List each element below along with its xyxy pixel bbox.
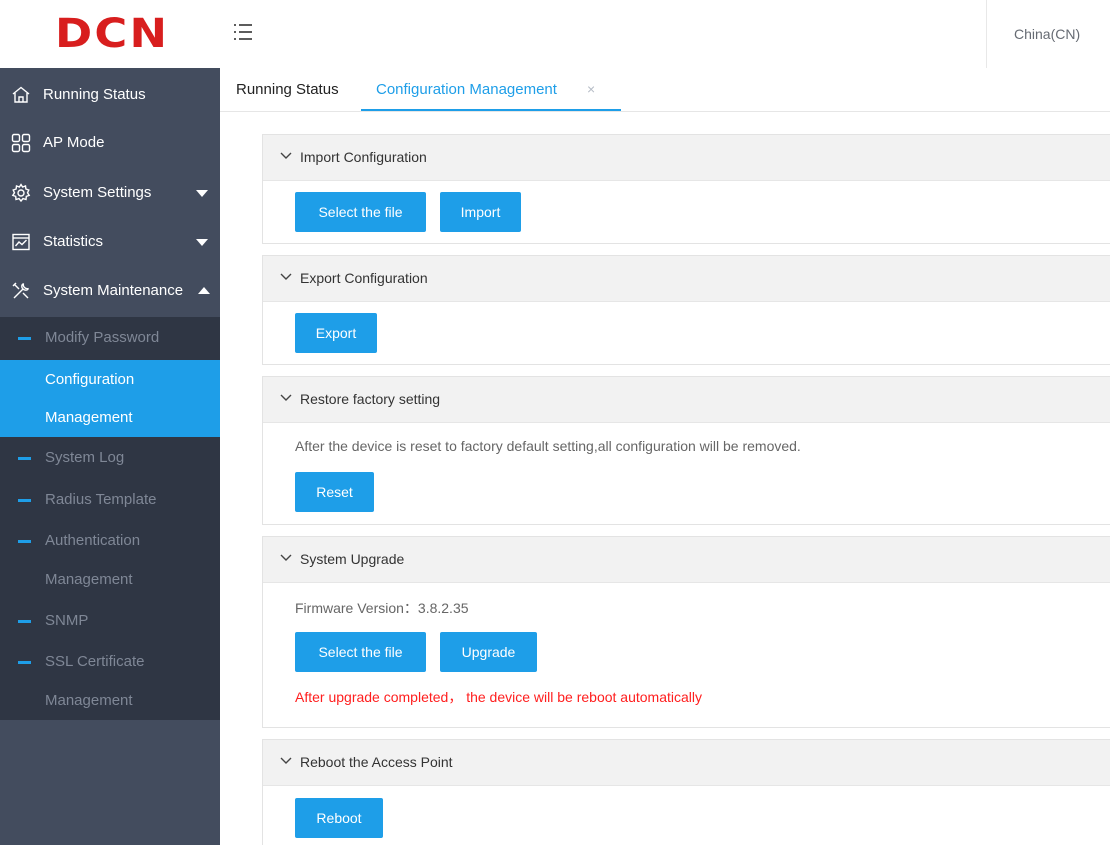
upgrade-select-file-button[interactable]: Select the file bbox=[295, 632, 426, 672]
hamburger-icon[interactable] bbox=[232, 22, 256, 44]
chevron-down-icon bbox=[280, 757, 292, 765]
export-configuration-panel: Export Configuration Export bbox=[262, 255, 1110, 365]
sidebar-item-label: AP Mode bbox=[43, 134, 105, 151]
submenu-item-label: System Log bbox=[45, 449, 125, 466]
restore-factory-panel: Restore factory setting After the device… bbox=[262, 376, 1110, 525]
submenu-item-ssl-certificate-management[interactable]: SSL Certificate Management bbox=[0, 640, 220, 720]
submenu-item-label: Configuration bbox=[45, 371, 135, 388]
sidebar-item-statistics[interactable]: Statistics bbox=[0, 218, 220, 266]
submenu-item-authentication-management[interactable]: Authentication Management bbox=[0, 519, 220, 599]
submenu-item-label: Management bbox=[45, 692, 133, 709]
panel-title: Import Configuration bbox=[300, 149, 427, 165]
import-configuration-panel: Import Configuration Select the file Imp… bbox=[262, 134, 1110, 244]
sidebar: Running Status AP Mode System Settings S… bbox=[0, 68, 220, 845]
tab-running-status[interactable]: Running Status bbox=[236, 68, 356, 111]
reset-button[interactable]: Reset bbox=[295, 472, 374, 512]
dash-icon bbox=[18, 620, 31, 623]
panel-header[interactable]: System Upgrade bbox=[263, 537, 1110, 583]
home-icon bbox=[11, 85, 31, 105]
submenu-item-label: SNMP bbox=[45, 612, 89, 629]
dash-icon bbox=[18, 457, 31, 460]
sidebar-item-label: System Settings bbox=[43, 184, 152, 201]
panel-title: System Upgrade bbox=[300, 551, 405, 567]
panel-title: Reboot the Access Point bbox=[300, 754, 453, 770]
tab-label: Running Status bbox=[236, 81, 339, 98]
submenu-item-modify-password[interactable]: Modify Password bbox=[0, 317, 220, 360]
tab-configuration-management[interactable]: Configuration Management × bbox=[361, 68, 621, 111]
submenu-item-label: Radius Template bbox=[45, 491, 157, 508]
tools-icon bbox=[11, 281, 31, 301]
import-select-file-button[interactable]: Select the file bbox=[295, 192, 426, 232]
chevron-down-icon bbox=[280, 554, 292, 562]
chevron-up-icon bbox=[198, 287, 210, 294]
submenu-item-label: Management bbox=[45, 571, 133, 588]
panel-header[interactable]: Import Configuration bbox=[263, 135, 1110, 181]
dcn-logo: DCN bbox=[55, 11, 170, 57]
dash-icon bbox=[18, 499, 31, 502]
sidebar-item-system-maintenance[interactable]: System Maintenance bbox=[0, 267, 220, 315]
chevron-down-icon bbox=[280, 152, 292, 160]
chevron-down-icon bbox=[280, 394, 292, 402]
main-content: Import Configuration Select the file Imp… bbox=[220, 112, 1110, 845]
sidebar-item-label: Statistics bbox=[43, 233, 104, 250]
sidebar-item-ap-mode[interactable]: AP Mode bbox=[0, 119, 220, 167]
chart-icon bbox=[11, 232, 31, 252]
logo-area: DCN bbox=[0, 0, 220, 68]
submenu-item-radius-template[interactable]: Radius Template bbox=[0, 478, 220, 519]
gear-icon bbox=[11, 183, 31, 203]
language-selector[interactable]: China(CN) bbox=[986, 0, 1110, 68]
sidebar-item-label: System Maintenance bbox=[43, 282, 184, 299]
panel-title: Export Configuration bbox=[300, 270, 428, 286]
sidebar-item-system-settings[interactable]: System Settings bbox=[0, 169, 220, 217]
submenu-item-label: SSL Certificate bbox=[45, 653, 145, 670]
maintenance-submenu: Modify Password Configuration Management… bbox=[0, 317, 220, 720]
close-icon[interactable]: × bbox=[587, 81, 595, 97]
dash-icon bbox=[18, 540, 31, 543]
tab-bar: Running Status Configuration Management … bbox=[220, 68, 1110, 112]
reboot-panel: Reboot the Access Point Reboot bbox=[262, 739, 1110, 845]
reboot-button[interactable]: Reboot bbox=[295, 798, 383, 838]
dash-icon bbox=[18, 337, 31, 340]
panel-header[interactable]: Reboot the Access Point bbox=[263, 740, 1110, 786]
system-upgrade-panel: System Upgrade Firmware Version：3.8.2.35… bbox=[262, 536, 1110, 728]
upgrade-warning: After upgrade completed， the device will… bbox=[295, 689, 702, 705]
upgrade-button[interactable]: Upgrade bbox=[440, 632, 537, 672]
firmware-version: Firmware Version：3.8.2.35 bbox=[295, 600, 469, 616]
sidebar-item-label: Running Status bbox=[43, 86, 146, 103]
export-button[interactable]: Export bbox=[295, 313, 377, 353]
submenu-item-label: Management bbox=[45, 409, 133, 426]
dash-icon bbox=[18, 379, 31, 382]
top-header: China(CN) bbox=[220, 0, 1110, 68]
panel-header[interactable]: Restore factory setting bbox=[263, 377, 1110, 423]
grid-icon bbox=[11, 133, 31, 153]
chevron-down-icon bbox=[280, 273, 292, 281]
panel-title: Restore factory setting bbox=[300, 391, 441, 407]
chevron-down-icon bbox=[196, 239, 208, 246]
submenu-item-configuration-management[interactable]: Configuration Management bbox=[0, 360, 220, 437]
tab-label: Configuration Management bbox=[376, 81, 557, 98]
submenu-item-snmp[interactable]: SNMP bbox=[0, 599, 220, 640]
submenu-item-system-log[interactable]: System Log bbox=[0, 437, 220, 478]
panel-header[interactable]: Export Configuration bbox=[263, 256, 1110, 302]
sidebar-item-running-status[interactable]: Running Status bbox=[0, 71, 220, 119]
submenu-item-label: Authentication bbox=[45, 532, 141, 549]
language-label: China(CN) bbox=[1014, 26, 1081, 42]
submenu-item-label: Modify Password bbox=[45, 329, 160, 346]
restore-description: After the device is reset to factory def… bbox=[295, 438, 801, 454]
import-button[interactable]: Import bbox=[440, 192, 521, 232]
chevron-down-icon bbox=[196, 190, 208, 197]
dash-icon bbox=[18, 661, 31, 664]
